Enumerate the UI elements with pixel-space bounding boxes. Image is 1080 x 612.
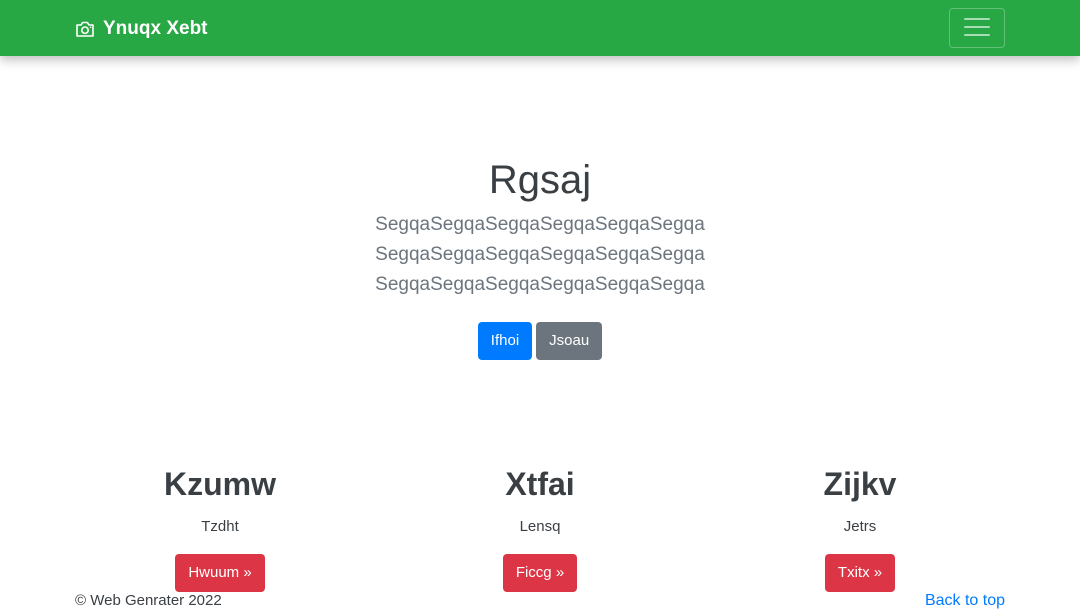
navbar-brand-link[interactable]: Ynuqx Xebt — [75, 16, 208, 42]
navbar: Ynuqx Xebt — [0, 0, 1080, 56]
hero-lead: SegqaSegqaSegqaSegqaSegqaSegqa SegqaSegq… — [0, 210, 1080, 300]
column-heading: Kzumw — [164, 466, 276, 502]
primary-button[interactable]: Ifhoi — [477, 322, 533, 360]
column-button[interactable]: Txitx » — [824, 554, 896, 592]
camera-icon — [75, 20, 95, 38]
column-heading: Zijkv — [823, 466, 897, 502]
hero-lead-line: SegqaSegqaSegqaSegqaSegqaSegqa — [375, 214, 705, 235]
feature-column: Zijkv Jetrs Txitx » — [700, 462, 1020, 592]
hero-buttons: Ifhoi Jsoau — [0, 322, 1080, 360]
hero-lead-line: SegqaSegqaSegqaSegqaSegqaSegqa — [375, 244, 705, 265]
secondary-button[interactable]: Jsoau — [536, 322, 603, 360]
feature-column: Xtfai Lensq Ficcg » — [380, 462, 700, 592]
navbar-brand-text: Ynuqx Xebt — [103, 18, 208, 39]
column-heading: Xtfai — [505, 466, 575, 502]
feature-column: Kzumw Tzdht Hwuum » — [60, 462, 380, 592]
footer-copyright: © Web Genrater 2022 — [75, 592, 222, 609]
column-text: Jetrs — [843, 518, 877, 535]
column-button[interactable]: Ficcg » — [502, 554, 578, 592]
column-text: Lensq — [519, 518, 561, 535]
hero-lead-line: SegqaSegqaSegqaSegqaSegqaSegqa — [375, 274, 705, 295]
column-button[interactable]: Hwuum » — [175, 554, 265, 592]
hero-title: Rgsaj — [488, 158, 592, 202]
hamburger-menu-icon — [963, 16, 991, 41]
back-to-top-link[interactable]: Back to top — [925, 590, 1005, 612]
navbar-toggler-button[interactable] — [949, 8, 1005, 48]
column-text: Tzdht — [201, 518, 239, 535]
